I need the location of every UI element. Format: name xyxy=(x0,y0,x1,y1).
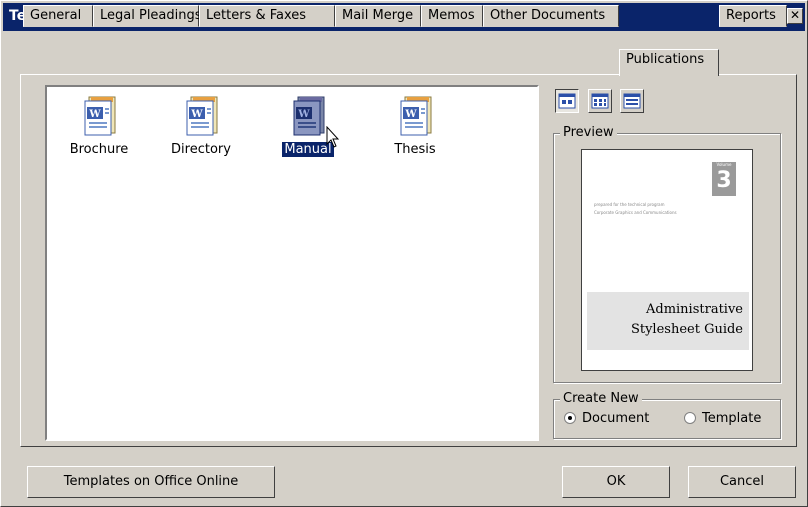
template-label: Thesis xyxy=(394,142,436,157)
mouse-pointer-icon xyxy=(326,125,342,154)
large-icons-view-button[interactable] xyxy=(555,89,579,113)
svg-text:W: W xyxy=(297,109,310,120)
templates-dialog: Templates ✕ General Legal Pleadings Lett… xyxy=(0,0,808,507)
cancel-button[interactable]: Cancel xyxy=(688,466,796,498)
preview-small-line: prepared for the technical program xyxy=(594,202,665,207)
svg-text:W: W xyxy=(88,109,101,120)
template-radio[interactable]: Template xyxy=(684,411,761,429)
template-item-thesis[interactable]: W Thesis xyxy=(373,93,457,157)
tab-other-documents[interactable]: Other Documents xyxy=(483,5,619,27)
preview-volume-label: Volume xyxy=(716,162,732,167)
preview-title-line: Administrative xyxy=(645,302,743,317)
list-view-button[interactable] xyxy=(588,89,612,113)
svg-text:W: W xyxy=(190,109,203,120)
word-template-icon: W xyxy=(395,93,435,137)
close-button[interactable]: ✕ xyxy=(787,8,803,24)
radio-unchecked-icon xyxy=(684,412,696,424)
list-view-icon xyxy=(591,93,609,109)
template-list[interactable]: W Brochure W Directory W Manual W Thesis xyxy=(45,85,539,441)
document-radio[interactable]: Document xyxy=(564,411,649,429)
details-view-icon xyxy=(623,93,641,109)
create-new-caption: Create New xyxy=(560,391,642,406)
radio-label: Template xyxy=(702,411,762,426)
tab-memos[interactable]: Memos xyxy=(421,5,483,27)
svg-text:W: W xyxy=(404,109,417,120)
tab-general[interactable]: General xyxy=(23,5,93,27)
preview-small-line: Corporate Graphics and Communications xyxy=(594,210,677,215)
radio-label: Document xyxy=(582,411,650,426)
ok-button[interactable]: OK xyxy=(562,466,670,498)
radio-checked-icon xyxy=(564,412,576,424)
tab-mail-merge[interactable]: Mail Merge xyxy=(335,5,421,27)
preview-volume-number: 3 xyxy=(712,162,736,196)
tab-reports[interactable]: Reports xyxy=(719,5,787,27)
tab-legal-pleadings[interactable]: Legal Pleadings xyxy=(93,5,202,27)
template-label: Brochure xyxy=(69,142,129,157)
word-template-icon: W xyxy=(181,93,221,137)
preview-title-line: Stylesheet Guide xyxy=(630,322,743,337)
tab-publications[interactable]: Publications xyxy=(619,49,719,76)
preview-title-band: Administrative Stylesheet Guide xyxy=(587,292,749,350)
preview-image: 3 Volume prepared for the technical prog… xyxy=(581,149,753,371)
template-item-directory[interactable]: W Directory xyxy=(159,93,243,157)
templates-online-button[interactable]: Templates on Office Online xyxy=(27,466,275,498)
word-template-icon: W xyxy=(79,93,119,137)
tab-letters-faxes[interactable]: Letters & Faxes xyxy=(199,5,335,27)
template-item-brochure[interactable]: W Brochure xyxy=(57,93,141,157)
word-template-icon: W xyxy=(288,93,328,137)
preview-title: Administrative Stylesheet Guide xyxy=(631,300,743,340)
template-label: Directory xyxy=(171,142,231,157)
large-icons-view-icon xyxy=(558,93,576,109)
details-view-button[interactable] xyxy=(620,89,644,113)
preview-caption: Preview xyxy=(560,125,617,140)
